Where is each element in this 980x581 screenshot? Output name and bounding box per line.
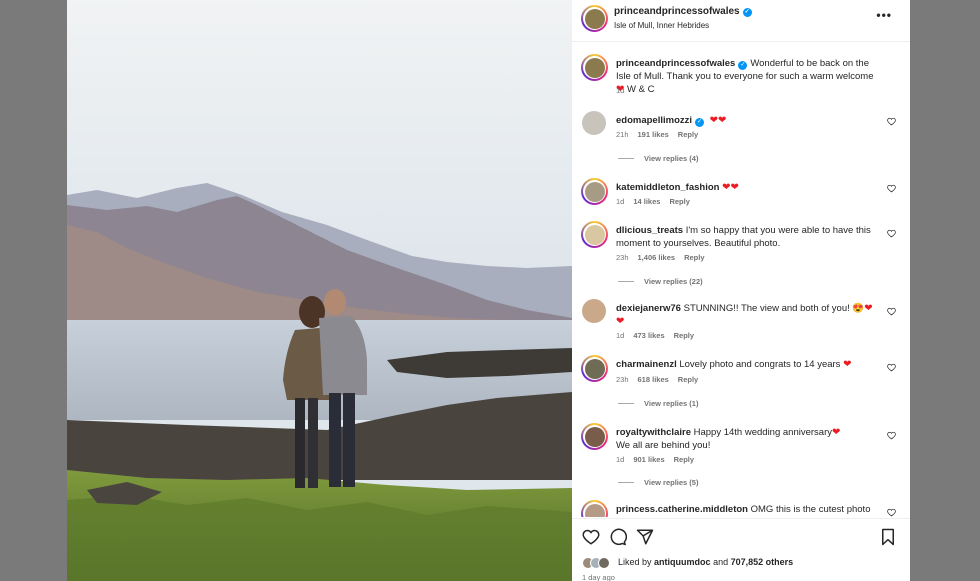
post-photo	[67, 0, 572, 581]
post-actions-bar: Liked by antiquumdoc and 707,852 others …	[572, 518, 910, 581]
post-location[interactable]: Isle of Mull, Inner Hebrides	[614, 21, 709, 30]
commenter-avatar[interactable]	[581, 355, 608, 382]
comment-time: 23h	[616, 375, 629, 384]
like-comment-heart-icon[interactable]	[887, 431, 896, 440]
like-comment-heart-icon[interactable]	[887, 307, 896, 316]
red-heart-emoji-icon: ❤❤	[709, 115, 727, 126]
liked-by-joiner: and	[713, 557, 729, 567]
comment-time: 1d	[616, 197, 625, 206]
comment-username[interactable]: dexiejanerw76	[616, 303, 681, 314]
comment-likes[interactable]: 14 likes	[633, 197, 660, 206]
red-heart-emoji-icon: ❤	[843, 359, 852, 370]
more-options-button[interactable]: •••	[876, 8, 892, 22]
comment-time: 1d	[616, 331, 625, 340]
red-heart-emoji-icon: ❤❤	[722, 182, 739, 193]
reply-button[interactable]: Reply	[678, 375, 698, 384]
liker-avatar	[598, 557, 610, 569]
verified-badge-icon: ✓	[738, 61, 748, 70]
heart-eyes-emoji-icon: 😍	[852, 303, 865, 314]
like-comment-heart-icon[interactable]	[887, 117, 896, 126]
backdrop-left	[0, 0, 67, 581]
comment-likes[interactable]: 618 likes	[638, 375, 669, 384]
commenter-avatar[interactable]	[582, 299, 606, 323]
liked-by-prefix: Liked by	[618, 557, 652, 567]
reply-button[interactable]: Reply	[669, 197, 689, 206]
comment-time: 21h	[616, 130, 629, 139]
author-avatar[interactable]	[581, 5, 608, 32]
heart-icon[interactable]	[582, 528, 600, 546]
comment-username[interactable]: princess.catherine.middleton	[616, 504, 748, 515]
photo-landscape	[67, 0, 572, 581]
comment-likes[interactable]: 191 likes	[638, 130, 669, 139]
commenter-avatar[interactable]	[582, 111, 606, 135]
backdrop-right	[910, 0, 980, 581]
commenter-avatar[interactable]	[581, 178, 608, 205]
caption-avatar[interactable]	[581, 54, 608, 81]
verified-badge-icon: ✓	[742, 8, 752, 17]
author-username[interactable]: princeandprincessofwales	[614, 6, 740, 17]
likes-count[interactable]: 707,852 others	[731, 557, 794, 567]
comment-time: 1d	[616, 455, 625, 464]
like-comment-heart-icon[interactable]	[887, 508, 896, 517]
like-comment-heart-icon[interactable]	[887, 184, 896, 193]
comment-username[interactable]: royaltywithclaire	[616, 427, 691, 438]
comment-username[interactable]: katemiddleton_fashion	[616, 182, 719, 193]
comment-likes[interactable]: 1,406 likes	[638, 253, 676, 262]
replies-line	[618, 482, 634, 483]
comment-text: STUNNING!! The view and both of you!	[683, 303, 850, 314]
reply-button[interactable]: Reply	[674, 455, 694, 464]
red-heart-emoji-icon: ❤	[832, 427, 841, 438]
reply-button[interactable]: Reply	[684, 253, 704, 262]
comments-panel: princeandprincessofwales ✓ Isle of Mull, …	[572, 0, 910, 581]
comments-list: princeandprincessofwales ✓ Wonderful to be…	[572, 43, 910, 517]
reply-button[interactable]: Reply	[678, 130, 698, 139]
liked-by-user[interactable]: antiquumdoc	[654, 557, 711, 567]
like-comment-heart-icon[interactable]	[887, 229, 896, 238]
comment-username[interactable]: charmainenzl	[616, 359, 677, 370]
comment-time: 23h	[616, 253, 629, 262]
view-replies-button[interactable]: View replies (4)	[618, 154, 698, 163]
comment-username[interactable]: edomapellimozzi	[616, 115, 692, 126]
caption-time: 1d	[616, 86, 625, 95]
commenter-avatar[interactable]	[581, 423, 608, 450]
verified-badge-icon: ✓	[695, 118, 705, 127]
view-replies-button[interactable]: View replies (5)	[618, 478, 698, 487]
caption-username[interactable]: princeandprincessofwales	[616, 58, 735, 69]
replies-line	[618, 281, 634, 282]
comment-text-line2: We all are behind you!	[616, 440, 711, 451]
replies-line	[618, 403, 634, 404]
like-comment-heart-icon[interactable]	[887, 363, 896, 372]
comment-text: Happy 14th wedding anniversary	[693, 427, 832, 438]
view-replies-button[interactable]: View replies (22)	[618, 277, 703, 286]
comment-text: Lovely photo and congrats to 14 years	[679, 359, 841, 370]
bookmark-icon[interactable]	[879, 528, 897, 546]
comment-likes[interactable]: 473 likes	[633, 331, 664, 340]
post-time: 1 day ago	[582, 573, 615, 581]
comment-username[interactable]: dlicious_treats	[616, 225, 683, 236]
reply-button[interactable]: Reply	[674, 331, 694, 340]
post-header: princeandprincessofwales ✓ Isle of Mull, …	[572, 0, 910, 42]
comment-icon[interactable]	[609, 528, 627, 546]
commenter-avatar[interactable]	[581, 221, 608, 248]
replies-line	[618, 158, 634, 159]
comment-likes[interactable]: 901 likes	[633, 455, 664, 464]
view-replies-button[interactable]: View replies (1)	[618, 399, 698, 408]
commenter-avatar[interactable]	[581, 500, 608, 517]
comment-text: OMG this is the cutest photo	[750, 504, 871, 515]
share-icon[interactable]	[636, 528, 654, 546]
